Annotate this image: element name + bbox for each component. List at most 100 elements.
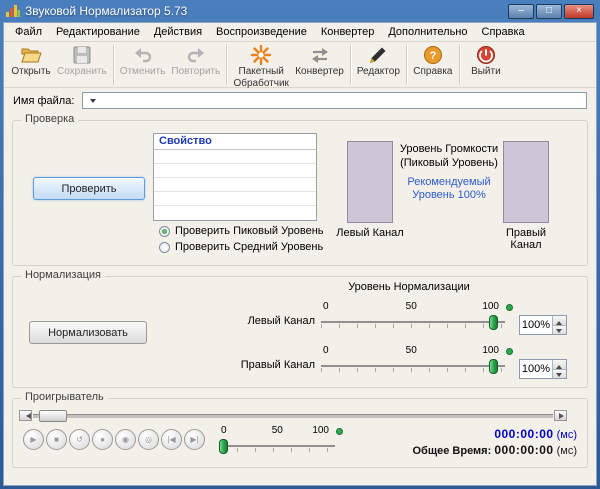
property-table[interactable]: Свойство <box>153 133 317 221</box>
close-button[interactable]: × <box>564 4 594 19</box>
table-row <box>154 206 316 220</box>
converter-button[interactable]: Конвертер <box>292 43 347 79</box>
batch-starburst-icon <box>250 44 272 66</box>
spin-up-icon[interactable] <box>553 360 566 369</box>
batch-processor-button[interactable]: Пакетный Обработчик <box>230 43 292 90</box>
seek-right-arrow-icon[interactable] <box>554 410 567 421</box>
window-title: Звуковой Нормализатор 5.73 <box>25 4 503 18</box>
menu-actions[interactable]: Действия <box>147 24 209 40</box>
spin-down-icon[interactable] <box>553 369 566 379</box>
open-button[interactable]: Открыть <box>8 43 54 79</box>
open-button-label: Открыть <box>11 66 50 78</box>
normalization-level-title: Уровень Нормализации <box>313 281 505 293</box>
slider-line <box>219 445 335 447</box>
slider-thumb[interactable] <box>489 359 498 374</box>
radio-button-icon <box>159 242 170 253</box>
menubar: Файл Редактирование Действия Воспроизвед… <box>4 23 596 42</box>
exit-power-icon <box>475 44 497 66</box>
spin-up-icon[interactable] <box>553 316 566 325</box>
play-button[interactable]: ▶ <box>23 429 44 450</box>
green-indicator-icon <box>336 428 343 435</box>
right-level-input[interactable] <box>520 360 552 378</box>
redo-button[interactable]: Повторить <box>168 43 223 79</box>
filename-label: Имя файла: <box>13 95 74 107</box>
filename-combobox[interactable] <box>82 92 587 109</box>
toolbar-separator <box>350 45 351 85</box>
filename-input[interactable] <box>96 94 586 107</box>
mute-button[interactable]: ◎ <box>138 429 159 450</box>
save-button[interactable]: Сохранить <box>54 43 110 79</box>
left-channel-label: Левый Канал <box>195 315 315 327</box>
player-group-title: Проигрыватель <box>21 391 108 403</box>
radio-check-average-level[interactable]: Проверить Средний Уровень <box>159 241 323 253</box>
check-button[interactable]: Проверить <box>33 177 145 200</box>
slider-scale: 0 50 100 <box>321 301 513 314</box>
titlebar[interactable]: Звуковой Нормализатор 5.73 – □ × <box>3 0 597 22</box>
normalize-button[interactable]: Нормализовать <box>29 321 147 344</box>
undo-button[interactable]: Отменить <box>117 43 169 79</box>
green-indicator-icon <box>506 348 513 355</box>
left-channel-label: Левый Канал <box>334 227 406 239</box>
loop-button[interactable]: ↺ <box>69 429 90 450</box>
converter-button-label: Конвертер <box>295 66 344 78</box>
slider-track[interactable] <box>219 438 343 456</box>
menu-extra[interactable]: Дополнительно <box>381 24 474 40</box>
volume-level-title: Уровень Громкости (Пиковый Уровень) <box>397 143 501 171</box>
redo-arrow-icon <box>185 44 207 66</box>
menu-playback[interactable]: Воспроизведение <box>209 24 314 40</box>
next-button[interactable]: ▶| <box>184 429 205 450</box>
volume-slider[interactable]: 0 50 100 <box>219 425 343 456</box>
elapsed-time-unit: (мс) <box>557 429 577 441</box>
minimize-button[interactable]: – <box>508 4 534 19</box>
slider-thumb[interactable] <box>219 439 228 454</box>
slider-track[interactable] <box>321 358 513 376</box>
editor-button[interactable]: Редактор <box>354 43 403 79</box>
position-track[interactable] <box>33 414 553 418</box>
slider-scale: 0 50 100 <box>321 345 513 358</box>
scale-max-label: 100 <box>482 301 499 312</box>
left-channel-meter <box>347 141 393 223</box>
toolbar-separator <box>226 45 227 85</box>
left-level-slider[interactable]: 0 50 100 <box>321 301 513 332</box>
radio-button-icon <box>159 226 170 237</box>
volume-button[interactable]: ◉ <box>115 429 136 450</box>
right-level-slider[interactable]: 0 50 100 <box>321 345 513 376</box>
right-level-spinbox[interactable] <box>519 359 567 379</box>
app-window: Звуковой Нормализатор 5.73 – □ × Файл Ре… <box>0 0 600 489</box>
table-row <box>154 150 316 164</box>
radio-check-peak-level[interactable]: Проверить Пиковый Уровень <box>159 225 324 237</box>
menu-file[interactable]: Файл <box>8 24 49 40</box>
left-level-spinbox[interactable] <box>519 315 567 335</box>
check-group: Проверка Проверить Свойство Проверить Пи… <box>12 120 588 266</box>
scale-mid-label: 50 <box>406 345 417 356</box>
right-channel-label: Правый Канал <box>490 227 562 251</box>
left-level-input[interactable] <box>520 316 552 334</box>
maximize-button[interactable]: □ <box>536 4 562 19</box>
recommended-level-text: Рекомендуемый Уровень 100% <box>397 176 501 204</box>
svg-text:?: ? <box>430 50 437 62</box>
previous-button[interactable]: |◀ <box>161 429 182 450</box>
scale-mid-label: 50 <box>406 301 417 312</box>
position-bar[interactable] <box>19 409 567 422</box>
position-thumb[interactable] <box>39 410 67 422</box>
menu-converter[interactable]: Конвертер <box>314 24 381 40</box>
scale-min-label: 0 <box>221 425 227 436</box>
slider-ticks <box>321 368 505 372</box>
record-button[interactable]: ● <box>92 429 113 450</box>
table-row <box>154 192 316 206</box>
exit-button[interactable]: Выйти <box>463 43 509 79</box>
help-button[interactable]: ? Справка <box>410 43 456 79</box>
meter-info: Уровень Громкости (Пиковый Уровень) Реко… <box>397 143 501 203</box>
slider-thumb[interactable] <box>489 315 498 330</box>
filename-row: Имя файла: <box>4 88 596 110</box>
total-time-unit: (мс) <box>557 445 577 457</box>
stop-button[interactable]: ■ <box>46 429 67 450</box>
slider-track[interactable] <box>321 314 513 332</box>
total-time-row: Общее Время: 000:00:00 (мс) <box>412 443 577 459</box>
seek-left-arrow-icon[interactable] <box>19 410 32 421</box>
spin-down-icon[interactable] <box>553 325 566 335</box>
save-floppy-icon <box>71 44 93 66</box>
menu-edit[interactable]: Редактирование <box>49 24 147 40</box>
menu-help[interactable]: Справка <box>475 24 532 40</box>
toolbar-separator <box>406 45 407 85</box>
